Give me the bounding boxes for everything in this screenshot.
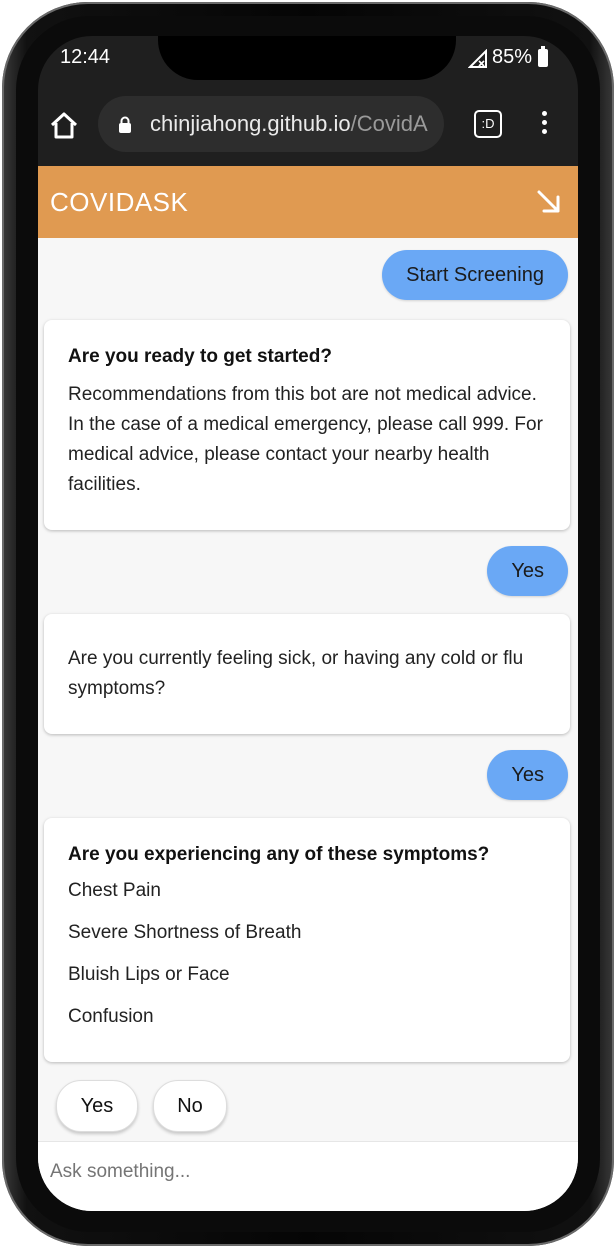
bot-message-card: Are you currently feeling sick, or havin… <box>44 614 570 734</box>
chat-input-bar <box>38 1141 578 1211</box>
bot-message-title: Are you ready to get started? <box>68 346 332 367</box>
quick-replies: Yes No <box>38 1080 578 1136</box>
symptom-option: Confusion <box>68 1006 154 1027</box>
user-message: Yes <box>487 750 568 800</box>
lock-icon <box>118 116 132 133</box>
bot-message-body: Recommendations from this bot are not me… <box>68 384 543 495</box>
chat-app: COVIDASK Start Screening Are you ready t… <box>38 166 578 1211</box>
app-header: COVIDASK <box>38 166 578 238</box>
app-title: COVIDASK <box>50 186 189 217</box>
phone-screen: 12:44 85% chinjiahong.github.io/CovidA :… <box>38 36 578 1211</box>
camera-notch <box>158 36 456 80</box>
battery-icon <box>538 45 548 67</box>
user-message: Start Screening <box>382 250 568 300</box>
bot-message-body: Are you currently feeling sick, or havin… <box>68 648 524 699</box>
bot-message-card: Are you experiencing any of these sympto… <box>44 818 570 1062</box>
home-icon[interactable] <box>48 110 80 142</box>
browser-toolbar: chinjiahong.github.io/CovidA :D <box>38 92 578 168</box>
url-path: /CovidA <box>350 111 428 136</box>
collapse-arrow-icon[interactable] <box>532 185 566 219</box>
battery-percent: 85% <box>491 46 532 68</box>
quick-reply-no-button[interactable]: No <box>153 1080 227 1132</box>
address-bar[interactable]: chinjiahong.github.io/CovidA <box>98 96 444 152</box>
chat-input[interactable] <box>48 1160 552 1184</box>
bot-message-title: Are you experiencing any of these sympto… <box>68 844 490 865</box>
tab-switcher-button[interactable]: :D <box>474 110 502 138</box>
symptom-option: Chest Pain <box>68 880 161 901</box>
quick-reply-yes-button[interactable]: Yes <box>56 1080 138 1132</box>
user-message: Yes <box>487 546 568 596</box>
status-time: 12:44 <box>60 46 111 68</box>
status-icons: 85% <box>467 45 548 69</box>
symptom-option: Severe Shortness of Breath <box>68 922 302 943</box>
bot-message-card: Are you ready to get started? Recommenda… <box>44 320 570 530</box>
url-host: chinjiahong.github.io <box>150 111 351 136</box>
more-menu-icon[interactable] <box>532 108 556 138</box>
symptom-option: Bluish Lips or Face <box>68 964 230 985</box>
url-text: chinjiahong.github.io/CovidA <box>150 111 440 137</box>
signal-icon <box>467 48 487 68</box>
